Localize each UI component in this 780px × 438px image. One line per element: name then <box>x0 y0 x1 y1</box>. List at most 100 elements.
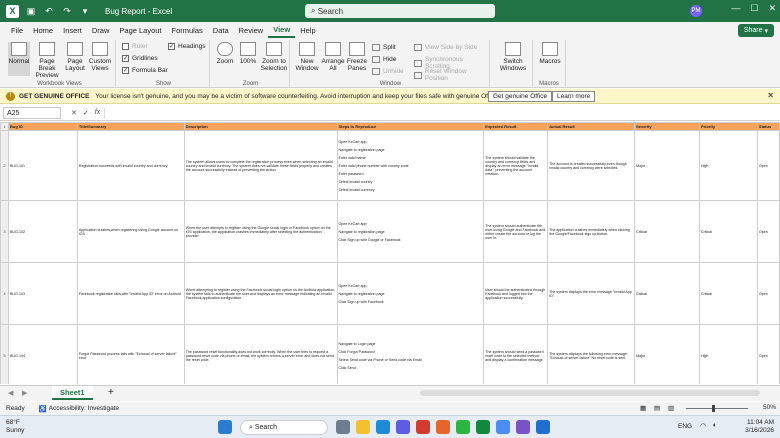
spreadsheet-grid[interactable]: 1 Bug ID Title/Summary Description Steps… <box>0 122 780 384</box>
maximize-icon[interactable]: ☐ <box>750 3 758 14</box>
split-button[interactable]: Split <box>372 44 396 51</box>
brave-icon[interactable] <box>436 420 450 434</box>
page-layout-view-button[interactable]: Page Layout <box>64 42 86 72</box>
close-icon[interactable]: ✕ <box>768 3 776 14</box>
weather-widget[interactable]: 68°F Sunny <box>6 419 24 435</box>
zoom-100-button[interactable]: 100% <box>238 42 258 65</box>
col-header-actual[interactable]: Actual Result <box>547 122 636 131</box>
cell-description[interactable]: The password reset functionality does no… <box>183 324 338 384</box>
close-notice-icon[interactable]: ✕ <box>767 91 774 100</box>
task-view-icon[interactable] <box>336 420 350 434</box>
wifi-icon[interactable]: ◠ <box>700 422 706 430</box>
search-box[interactable]: ⌕ Search <box>305 4 495 18</box>
cell-actual[interactable]: The system displays the following error … <box>547 324 636 384</box>
language-indicator[interactable]: ENG <box>678 423 692 430</box>
cancel-icon[interactable]: ✕ <box>71 109 77 117</box>
cell-bug-id[interactable]: BUG-104 <box>7 324 78 384</box>
col-header-steps[interactable]: Steps to Reproduce <box>336 122 485 131</box>
cell-expected[interactable]: The system should validate the country a… <box>483 130 549 201</box>
excel-taskbar-icon[interactable] <box>476 420 490 434</box>
zoom-slider-thumb[interactable] <box>712 405 715 412</box>
unhide-button[interactable]: Unhide <box>372 68 404 75</box>
formula-bar-checkbox[interactable]: ✓ Formula Bar <box>122 67 168 74</box>
redo-icon[interactable]: ↷ <box>61 5 73 17</box>
cell-expected[interactable]: The system should authenticate the user … <box>483 200 549 263</box>
cell-actual[interactable]: The application crashes immediately when… <box>547 200 636 263</box>
reset-window-position-button[interactable]: Reset Window Position <box>414 68 489 82</box>
cell-steps[interactable]: Open KeCart app Navigate to registration… <box>336 200 485 263</box>
customize-toolbar-icon[interactable]: ▾ <box>79 5 91 17</box>
cell-status[interactable]: Open <box>756 324 780 384</box>
formula-input[interactable] <box>104 108 774 119</box>
cell-title[interactable]: Forgot Password process fails with "Exha… <box>76 324 185 384</box>
name-box[interactable]: A25 <box>3 107 61 119</box>
accessibility-status[interactable]: Accessibility: Investigate <box>49 405 119 412</box>
tab-draw[interactable]: Draw <box>87 22 115 38</box>
zoom-slider[interactable] <box>686 408 748 409</box>
page-layout-status-icon[interactable]: ▤ <box>654 404 660 412</box>
cell-status[interactable]: Open <box>756 130 780 201</box>
tab-formulas[interactable]: Formulas <box>167 22 208 38</box>
zoom-to-selection-button[interactable]: Zoom to Selection <box>260 42 288 72</box>
col-header-bug-id[interactable]: Bug ID <box>7 122 78 131</box>
tab-review[interactable]: Review <box>234 22 269 38</box>
learn-more-button[interactable]: Learn more <box>552 91 596 102</box>
fx-icon[interactable]: fx <box>95 109 100 117</box>
edge-icon[interactable] <box>376 420 390 434</box>
headings-checkbox[interactable]: ✓ Headings <box>168 43 205 50</box>
add-sheet-button[interactable]: + <box>108 387 114 398</box>
sheet-tab-sheet1[interactable]: Sheet1 <box>52 386 93 400</box>
tab-home[interactable]: Home <box>28 22 58 38</box>
row-header[interactable]: 4 <box>0 262 9 325</box>
tab-insert[interactable]: Insert <box>58 22 87 38</box>
new-window-button[interactable]: New Window <box>294 42 320 72</box>
cell-severity[interactable]: Major <box>634 130 700 201</box>
enter-icon[interactable]: ✓ <box>83 109 89 117</box>
col-header-title[interactable]: Title/Summary <box>76 122 185 131</box>
macros-button[interactable]: Macros <box>537 42 563 65</box>
undo-icon[interactable]: ↶ <box>43 5 55 17</box>
cell-steps[interactable]: Open KeCart app Navigate to registration… <box>336 130 485 201</box>
volume-icon[interactable]: ◖ <box>712 422 716 429</box>
avatar[interactable]: PM <box>690 5 702 17</box>
share-button[interactable]: Share ▾ <box>737 24 774 37</box>
cell-severity[interactable]: Critical <box>634 262 700 325</box>
col-header-expected[interactable]: Expected Result <box>483 122 549 131</box>
cell-expected[interactable]: The system should send a password reset … <box>483 324 549 384</box>
sheet-nav-left-icon[interactable]: ◀ <box>8 389 13 397</box>
cell-status[interactable]: Open <box>756 262 780 325</box>
row-header[interactable]: 2 <box>0 130 9 201</box>
cell-description[interactable]: The system allows users to complete the … <box>183 130 338 201</box>
cell-steps[interactable]: Navigate to Login page Click Forgot Pass… <box>336 324 485 384</box>
file-explorer-icon[interactable] <box>356 420 370 434</box>
freeze-panes-button[interactable]: Freeze Panes <box>346 42 368 72</box>
cell-severity[interactable]: Major <box>634 324 700 384</box>
tab-help[interactable]: Help <box>295 22 320 38</box>
office-icon[interactable] <box>416 420 430 434</box>
gridlines-checkbox[interactable]: ✓ Gridlines <box>122 55 158 62</box>
cell-priority[interactable]: Critical <box>699 262 758 325</box>
normal-view-button[interactable]: Normal <box>8 42 30 76</box>
cell-title[interactable]: Facebook registration fails with "Invali… <box>76 262 185 325</box>
normal-view-status-icon[interactable]: ▦ <box>640 404 646 412</box>
cell-steps[interactable]: Open KeCart app Navigate to registration… <box>336 262 485 325</box>
col-header-description[interactable]: Description <box>183 122 338 131</box>
cell-priority[interactable]: High <box>699 130 758 201</box>
save-icon[interactable]: ▣ <box>25 5 37 17</box>
word-icon[interactable] <box>536 420 550 434</box>
cell-priority[interactable]: High <box>699 324 758 384</box>
cell-expected[interactable]: User should be authenticated through Fac… <box>483 262 549 325</box>
sheet-nav-right-icon[interactable]: ▶ <box>22 389 27 397</box>
whatsapp-icon[interactable] <box>456 420 470 434</box>
row-header[interactable]: 1 <box>0 122 9 131</box>
row-header[interactable]: 5 <box>0 324 9 384</box>
cell-description[interactable]: When the user attempts to register using… <box>183 200 338 263</box>
cell-title[interactable]: Application crashes when registering usi… <box>76 200 185 263</box>
tab-page-layout[interactable]: Page Layout <box>114 22 166 38</box>
cell-priority[interactable]: Critical <box>699 200 758 263</box>
cell-title[interactable]: Registration succeeds with invalid count… <box>76 130 185 201</box>
get-genuine-office-button[interactable]: Get genuine Office <box>488 91 553 102</box>
chrome-icon[interactable] <box>496 420 510 434</box>
system-clock[interactable]: 11:04 AM 3/16/2026 <box>745 419 774 435</box>
cell-bug-id[interactable]: BUG-101 <box>7 130 78 201</box>
